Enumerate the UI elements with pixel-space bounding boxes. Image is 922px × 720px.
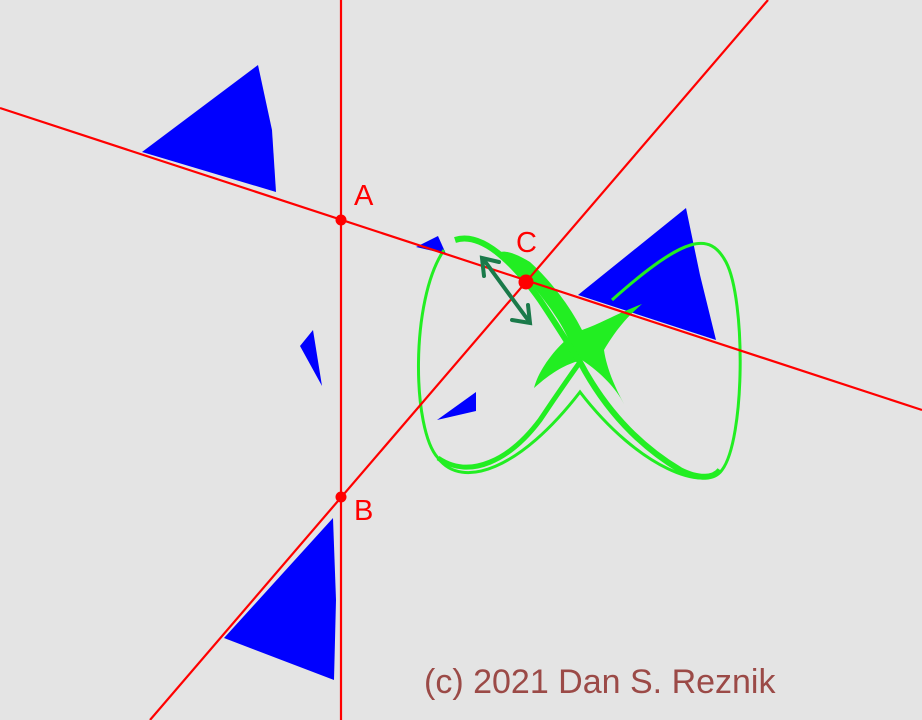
line-ac xyxy=(0,106,922,412)
sliver-center xyxy=(437,392,476,420)
label-b: B xyxy=(354,495,373,527)
red-lines xyxy=(0,0,922,720)
label-c: C xyxy=(516,227,537,259)
credit-text: (c) 2021 Dan S. Reznik xyxy=(424,663,776,701)
point-b xyxy=(335,491,347,503)
sliver-left xyxy=(300,330,322,386)
diagram-svg: A B C (c) 2021 Dan S. Reznik xyxy=(0,0,922,720)
blue-triangles xyxy=(142,65,716,680)
triangle-bottom xyxy=(224,518,336,680)
point-c xyxy=(518,274,534,290)
label-a: A xyxy=(354,180,374,212)
triangle-top-left xyxy=(142,65,276,192)
diagram-canvas: A B C (c) 2021 Dan S. Reznik xyxy=(0,0,922,720)
point-a xyxy=(335,214,347,226)
